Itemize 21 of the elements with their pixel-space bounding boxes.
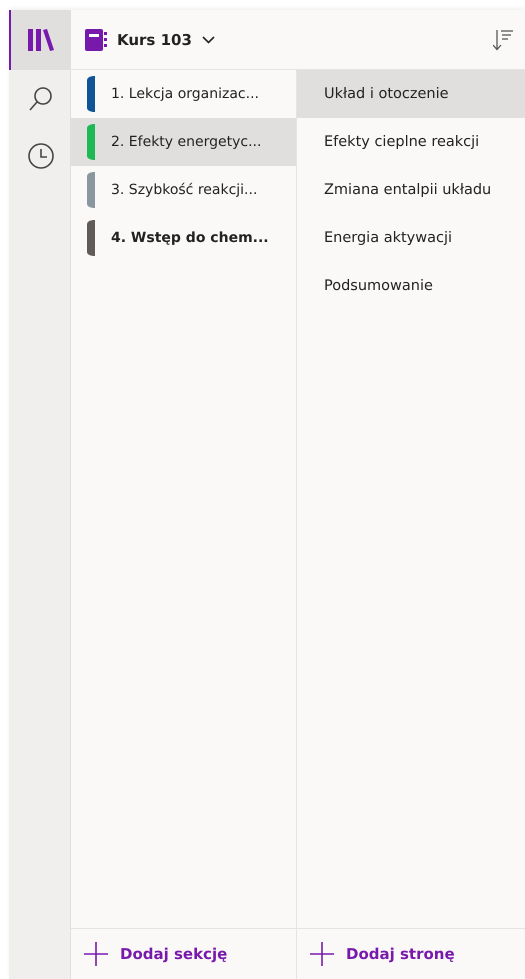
section-item[interactable]: 2. Efekty energetyc... bbox=[71, 118, 296, 166]
section-item[interactable]: 1. Lekcja organizac... bbox=[71, 70, 296, 118]
page-item[interactable]: Podsumowanie bbox=[297, 262, 525, 310]
search-icon bbox=[28, 86, 52, 110]
page-item[interactable]: Zmiana entalpii układu bbox=[297, 166, 525, 214]
add-page-button[interactable]: Dodaj stronę bbox=[310, 942, 455, 966]
section-item[interactable]: 4. Wstęp do chem... bbox=[71, 214, 296, 262]
section-item[interactable]: 3. Szybkość reakcji... bbox=[71, 166, 296, 214]
plus-icon bbox=[84, 942, 108, 966]
page-item[interactable]: Energia aktywacji bbox=[297, 214, 525, 262]
chevron-down-icon bbox=[202, 36, 215, 44]
page-item[interactable]: Efekty cieplne reakcji bbox=[297, 118, 525, 166]
clock-icon bbox=[28, 143, 54, 169]
books-icon bbox=[28, 29, 54, 51]
plus-icon bbox=[310, 942, 334, 966]
add-section-button[interactable]: Dodaj sekcję bbox=[84, 942, 228, 966]
notebook-dropdown[interactable]: Kurs 103 bbox=[85, 28, 215, 50]
notebook-icon bbox=[85, 28, 107, 50]
notebooks-tab[interactable] bbox=[9, 10, 70, 70]
sort-icon[interactable] bbox=[493, 28, 513, 50]
page-item[interactable]: Układ i otoczenie bbox=[297, 70, 525, 118]
